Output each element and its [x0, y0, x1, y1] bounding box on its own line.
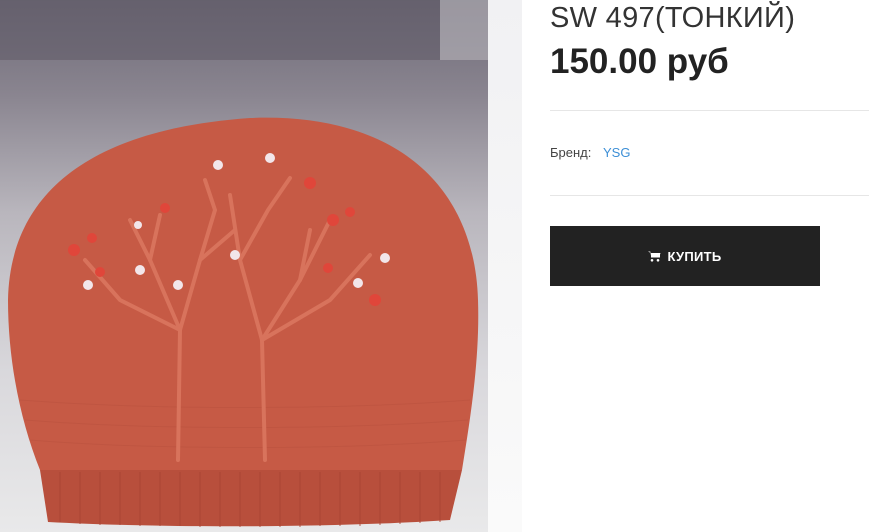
- divider: [550, 110, 869, 111]
- image-margin: [488, 0, 522, 532]
- product-image[interactable]: [0, 0, 488, 532]
- brand-link[interactable]: YSG: [603, 145, 630, 160]
- buy-button[interactable]: КУПИТЬ: [550, 226, 820, 286]
- divider: [550, 195, 869, 196]
- product-price: 150.00 руб: [550, 42, 729, 81]
- brand-label: Бренд:: [550, 145, 592, 160]
- cart-icon: [648, 251, 661, 262]
- product-title: SW 497(ТОНКИЙ): [550, 2, 796, 34]
- knitted-beret-illustration: [0, 0, 488, 527]
- buy-button-label: КУПИТЬ: [667, 248, 722, 264]
- brand-row: Бренд: YSG: [550, 145, 630, 160]
